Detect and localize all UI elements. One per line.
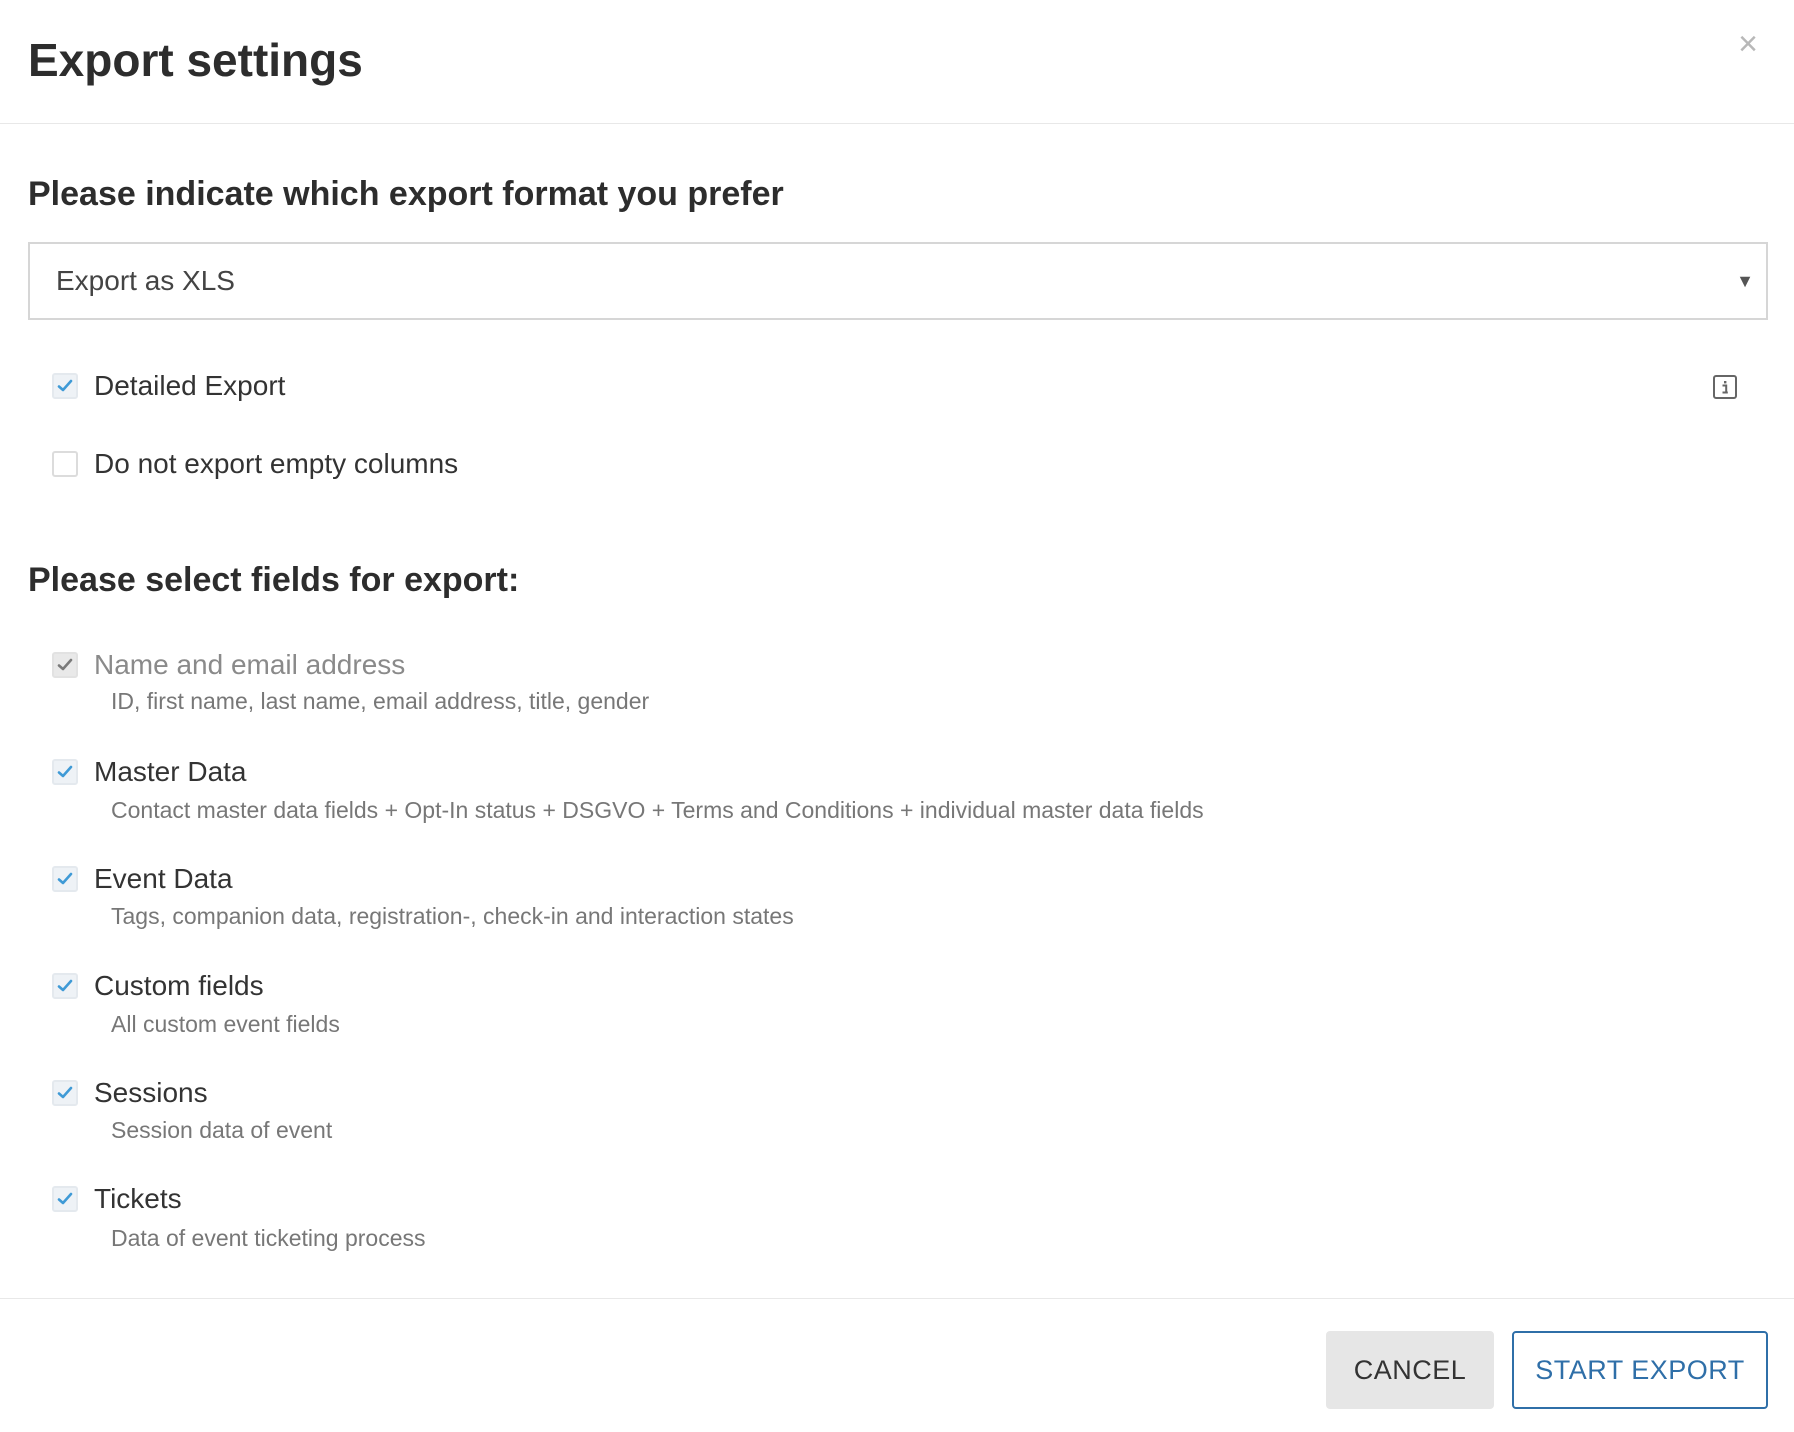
export-settings-dialog: Export settings × Please indicate which … bbox=[0, 0, 1794, 1432]
skip-empty-columns-label: Do not export empty columns bbox=[94, 448, 459, 479]
field-label: Tickets bbox=[94, 1183, 182, 1214]
field-description: ID, first name, last name, email address… bbox=[111, 688, 650, 714]
field-description: Contact master data fields + Opt-In stat… bbox=[111, 797, 1204, 823]
check-icon bbox=[57, 872, 73, 885]
start-export-button[interactable]: START EXPORT bbox=[1512, 1331, 1768, 1409]
export-format-value: Export as XLS bbox=[56, 265, 235, 296]
field-label: Name and email address bbox=[94, 649, 406, 680]
check-icon bbox=[57, 1086, 73, 1099]
check-icon bbox=[57, 658, 73, 671]
export-format-select[interactable]: Export as XLS ▼ bbox=[28, 242, 1768, 320]
format-section-title: Please indicate which export format you … bbox=[28, 175, 784, 213]
field-label: Sessions bbox=[94, 1077, 208, 1108]
custom-fields-checkbox[interactable] bbox=[52, 973, 78, 999]
field-label: Event Data bbox=[94, 863, 233, 894]
detailed-export-checkbox[interactable] bbox=[52, 373, 78, 399]
fields-section-title: Please select fields for export: bbox=[28, 561, 520, 599]
tickets-checkbox[interactable] bbox=[52, 1186, 78, 1212]
master-data-checkbox[interactable] bbox=[52, 759, 78, 785]
check-icon bbox=[57, 1192, 73, 1205]
event-data-checkbox[interactable] bbox=[52, 866, 78, 892]
info-icon[interactable] bbox=[1712, 374, 1738, 400]
cancel-button[interactable]: CANCEL bbox=[1326, 1331, 1494, 1409]
field-description: Session data of event bbox=[111, 1117, 333, 1143]
dialog-header: Export settings × bbox=[0, 0, 1794, 124]
dialog-title: Export settings bbox=[28, 34, 363, 86]
field-label: Custom fields bbox=[94, 970, 264, 1001]
check-icon bbox=[57, 979, 73, 992]
check-icon bbox=[57, 379, 73, 392]
dialog-footer: CANCEL START EXPORT bbox=[0, 1298, 1794, 1432]
chevron-down-icon: ▼ bbox=[1736, 271, 1754, 291]
field-label: Master Data bbox=[94, 756, 247, 787]
name-email-checkbox bbox=[52, 652, 78, 678]
check-icon bbox=[57, 765, 73, 778]
skip-empty-columns-checkbox[interactable] bbox=[52, 451, 78, 477]
field-description: Tags, companion data, registration-, che… bbox=[111, 903, 794, 929]
detailed-export-label: Detailed Export bbox=[94, 370, 286, 401]
close-icon[interactable]: × bbox=[1730, 24, 1766, 64]
field-description: Data of event ticketing process bbox=[111, 1225, 426, 1251]
sessions-checkbox[interactable] bbox=[52, 1080, 78, 1106]
field-description: All custom event fields bbox=[111, 1011, 340, 1037]
